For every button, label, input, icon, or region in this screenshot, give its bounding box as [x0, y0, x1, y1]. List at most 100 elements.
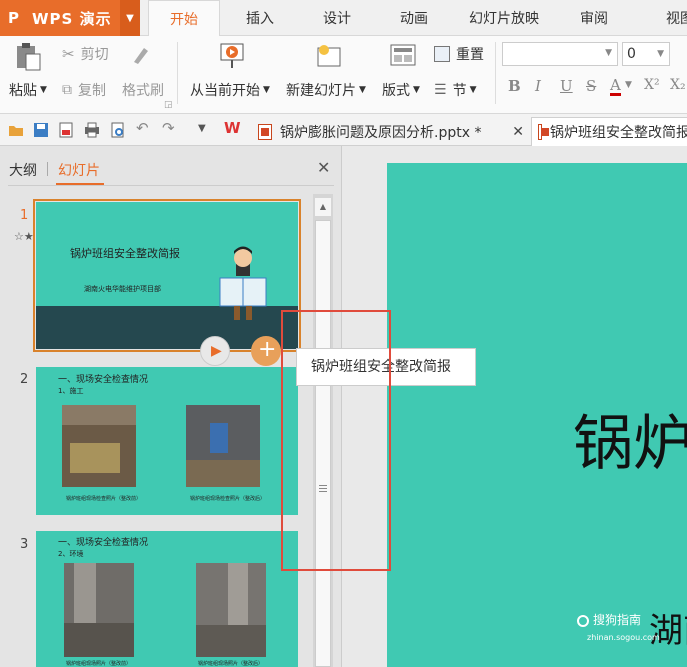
cut-button[interactable]: ✂ 剪切	[62, 44, 109, 64]
wps-w-logo-icon[interactable]: W	[224, 119, 248, 137]
undo-icon[interactable]: ↶	[136, 119, 152, 137]
ppt-file-icon	[258, 123, 272, 140]
open-folder-icon[interactable]	[8, 122, 24, 138]
eraser-icon[interactable]	[128, 44, 150, 66]
tab-divider	[47, 162, 48, 176]
copy-icon: ⧉	[62, 82, 72, 98]
save-icon[interactable]	[33, 122, 49, 138]
paste-button[interactable]: 粘贴 ▼	[9, 80, 47, 100]
quick-access-bar: ↶ ↷ ▼ W 锅炉膨胀问题及原因分析.pptx * ✕ 锅炉班组安全整改简报	[0, 114, 687, 146]
font-size-select[interactable]: 0 ▼	[622, 42, 670, 66]
main-slide-canvas[interactable]: 锅炉 湖南 搜狗指南 zhinan.sogou.com	[387, 163, 687, 667]
play-icon[interactable]	[220, 42, 246, 70]
close-icon[interactable]: ✕	[512, 124, 524, 140]
slide-thumbnail-2[interactable]: 一、现场安全检查情况 1、施工 锅炉班组现场检查照片（整改前） 锅炉班组现场检查…	[36, 367, 298, 515]
photo-caption: 锅炉班组现场检查照片（整改前）	[66, 496, 142, 502]
panel-divider	[8, 185, 334, 186]
section-icon: ☰	[434, 82, 447, 98]
tab-animation[interactable]: 动画	[374, 0, 454, 36]
slide-thumbnail-1[interactable]: 锅炉班组安全整改简报 湖南火电华能维护项目部	[33, 199, 301, 352]
photo-caption: 锅炉班组现场照片（整改后）	[198, 661, 264, 667]
panel-tabs: 大纲 幻灯片 ✕	[0, 146, 342, 186]
font-name-select[interactable]: ▼	[502, 42, 618, 66]
chevron-down-icon[interactable]: ▼	[120, 0, 140, 36]
slide-heading: 一、现场安全检查情况	[58, 375, 149, 385]
bold-button[interactable]: B	[508, 77, 521, 95]
font-color-button[interactable]: A	[610, 77, 621, 96]
ribbon-separator	[495, 42, 496, 104]
sogou-logo-icon	[577, 614, 589, 627]
ribbon-separator	[177, 42, 178, 104]
newspaper-man-illustration	[219, 246, 267, 320]
slide-heading: 一、现场安全检查情况	[58, 538, 149, 548]
chevron-down-icon[interactable]: ▼	[625, 80, 632, 90]
tab-design[interactable]: 设计	[300, 0, 374, 36]
slide-title: 锅炉班组安全整改简报	[70, 247, 180, 260]
tab-outline[interactable]: 大纲	[9, 160, 37, 180]
tab-slides[interactable]: 幻灯片	[58, 160, 100, 180]
tab-insert[interactable]: 插入	[220, 0, 300, 36]
redo-icon[interactable]: ↷	[162, 119, 178, 137]
ribbon: 粘贴 ▼ ✂ 剪切 ⧉ 复制 格式刷 ◲ 从当前开始 ▼ 新建幻灯片 ▼ 版式 ▼ 重置 ☰…	[0, 36, 687, 114]
site-photo	[186, 405, 260, 487]
app-menu-button[interactable]: P WPS 演示 ▼	[0, 0, 140, 36]
tab-slideshow[interactable]: 幻灯片放映	[454, 0, 554, 36]
export-pdf-icon[interactable]	[58, 122, 74, 138]
scissors-icon: ✂	[62, 45, 75, 63]
section-button[interactable]: ☰ 节 ▼	[434, 80, 476, 100]
photo-caption: 锅炉班组现场照片（整改前）	[66, 661, 132, 667]
italic-button[interactable]: I	[535, 77, 541, 95]
animation-star-icon: ☆★	[14, 230, 34, 243]
slide-item: 2、环境	[58, 550, 84, 558]
site-photo	[196, 563, 266, 657]
play-slide-button[interactable]: ▶	[200, 336, 230, 366]
add-slide-button[interactable]: +	[251, 336, 281, 366]
app-name: WPS 演示	[32, 9, 112, 28]
site-photo	[64, 563, 134, 657]
tab-view[interactable]: 视图	[634, 0, 687, 36]
slide-item: 1、施工	[58, 387, 84, 395]
doc-tab-2[interactable]: 锅炉班组安全整改简报	[531, 117, 687, 146]
slide-number: 3	[20, 537, 29, 552]
ppt-file-icon	[538, 124, 549, 140]
wps-logo-icon: P	[8, 9, 19, 27]
expand-icon[interactable]: ◲	[164, 100, 173, 110]
watermark: 搜狗指南	[577, 611, 641, 628]
site-photo	[62, 405, 136, 487]
reset-button[interactable]: 重置	[434, 44, 484, 64]
print-preview-icon[interactable]	[110, 122, 126, 138]
slide-title[interactable]: 锅炉	[573, 395, 687, 482]
paste-icon[interactable]	[14, 42, 42, 72]
new-slide-button[interactable]: 新建幻灯片 ▼	[286, 80, 366, 100]
slide-number: 1	[20, 208, 29, 223]
highlight-annotation-box	[281, 310, 391, 571]
play-icon: ▶	[211, 343, 222, 359]
new-slide-icon[interactable]	[314, 42, 342, 70]
print-icon[interactable]	[84, 122, 100, 138]
strikethrough-button[interactable]: S	[586, 77, 596, 95]
superscript-button[interactable]: X²	[644, 77, 660, 93]
tab-review[interactable]: 审阅	[554, 0, 634, 36]
chevron-down-icon[interactable]: ▼	[198, 123, 214, 139]
watermark-url: zhinan.sogou.com	[587, 633, 660, 642]
copy-button[interactable]: ⧉ 复制	[62, 80, 106, 100]
layout-button[interactable]: 版式 ▼	[382, 80, 420, 100]
scroll-up-icon[interactable]: ▲	[315, 198, 331, 216]
doc-tab-1[interactable]: 锅炉膨胀问题及原因分析.pptx * ✕	[258, 117, 530, 146]
slide-thumbnail-3[interactable]: 一、现场安全检查情况 2、环境 锅炉班组现场照片（整改前） 锅炉班组现场照片（整…	[36, 531, 298, 667]
title-bar: P WPS 演示 ▼ 开始 插入 设计 动画 幻灯片放映 审阅 视图	[0, 0, 687, 37]
subscript-button[interactable]: X₂	[670, 77, 686, 93]
close-icon[interactable]: ✕	[317, 158, 330, 177]
layout-icon[interactable]	[390, 44, 416, 68]
underline-button[interactable]: U	[560, 77, 573, 95]
format-painter-button[interactable]: 格式刷	[122, 80, 164, 100]
reset-icon	[434, 46, 450, 62]
menu-tabs: 开始 插入 设计 动画 幻灯片放映 审阅 视图	[148, 0, 687, 37]
slide-subtitle: 湖南火电华能维护项目部	[84, 285, 161, 293]
photo-caption: 锅炉班组现场检查照片（整改后）	[190, 496, 266, 502]
tab-home[interactable]: 开始	[148, 0, 220, 37]
slide-number: 2	[20, 372, 29, 387]
from-current-button[interactable]: 从当前开始 ▼	[190, 80, 270, 100]
slide-subtitle[interactable]: 湖南	[649, 603, 687, 652]
plus-icon: +	[258, 337, 277, 362]
